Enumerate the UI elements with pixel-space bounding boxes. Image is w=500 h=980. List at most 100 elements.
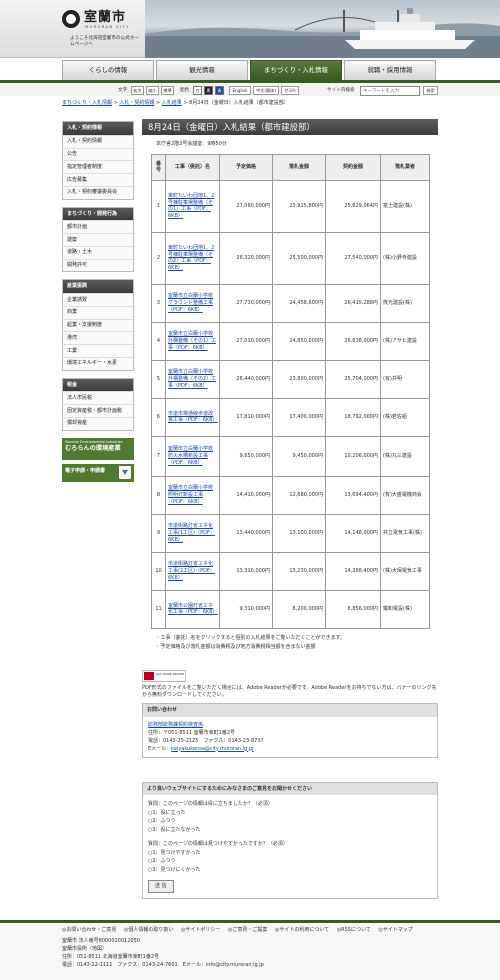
nav-tab-employment[interactable]: 就職・採用情報 [344, 60, 436, 80]
footer-link-sitemap[interactable]: ◎サイトマップ [378, 927, 412, 933]
footer-link-rss[interactable]: ◎RSSについて [337, 927, 371, 933]
footer-office[interactable]: 室蘭市役所（地図） [62, 945, 438, 953]
survey-form: 質問：このページの情報は役に立ちましたか？（必須） ○1：役に立った ○2：ふつ… [143, 795, 437, 898]
footer-contact: 電話：0143-22-1111 ファクス：0143-24-7601 Eメール：i… [62, 961, 264, 968]
text-standard-button[interactable]: 標準 [161, 86, 174, 95]
row-project-link[interactable]: 室蘭市立白蘭小学校外構整備（その2）工事（PDF：6KB） [168, 369, 216, 389]
breadcrumb-link-bids[interactable]: 入札・契約情報 [119, 100, 154, 106]
adobe-reader-banner[interactable]: Get ADOBE READER [142, 670, 186, 683]
table-row: 9 市道街路灯省エネ化工事(1工区)（PDF：6KB） 13,440,000円 13,… [151, 513, 430, 553]
row-project-link[interactable]: 東町たいわ団地1、2号棟駐車場整備（その1）工事（PDF：6KB） [168, 193, 214, 219]
row-bid-amount: 24,850,000円 [289, 337, 323, 344]
row-project-link[interactable]: 室蘭市立白蘭小学校外構整備（その1）工事（PDF：6KB） [168, 331, 216, 351]
footer-link-privacy[interactable]: ◎個人情報の取り扱い [124, 927, 173, 933]
adobe-badge-text: Get ADOBE READER [156, 672, 185, 677]
search-button[interactable]: 検索 [423, 86, 438, 95]
row-project-link[interactable]: 市道街路灯省エネ化工事(2工区)（PDF：6KB） [168, 561, 215, 581]
sidebar-item-depreciable-assets[interactable]: 償却資産 [63, 416, 133, 430]
nav-tab-living[interactable]: くらしの情報 [62, 60, 154, 80]
sidebar-item-corporate-tax[interactable]: 法人市民税 [63, 391, 133, 404]
sidebar-item-bid-committee[interactable]: 入札・契約審議委員会 [63, 185, 133, 199]
sidebar-item-property-tax[interactable]: 固定資産税・都市計画税 [63, 404, 133, 417]
table-cell: 14,410,000円 [219, 475, 273, 515]
row-contract-amount: 26,415,288円 [344, 299, 378, 306]
row-planned-price: 9,650,000円 [239, 452, 270, 459]
e-application-banner[interactable]: 電子申請・申請書 [62, 463, 134, 482]
footer-link-policy[interactable]: ◎サイトポリシー [181, 927, 220, 933]
search-input[interactable] [360, 86, 420, 96]
nav-tab-town-planning[interactable]: まちづくり・入札情報 [250, 60, 342, 80]
sidebar-section-industry: 産業振興 企業誘致 商業 起業・支援制度 港湾 工業 環境エネルギー・水素 [62, 279, 134, 371]
footer-link-contact[interactable]: ◎お問い合わせ・ご意見 [62, 927, 116, 933]
row-contract-amount: 14,288,400円 [344, 567, 378, 574]
color-blue-button[interactable]: 青 [215, 86, 224, 95]
adobe-section: Get ADOBE READER PDF形式のファイルをご覧いただく場合には、A… [142, 670, 438, 699]
sidebar-heading: 産業振興 [63, 280, 133, 293]
breadcrumb-link-results[interactable]: 入札結果 [162, 100, 182, 106]
color-black-button[interactable]: 黒 [204, 86, 213, 95]
survey-option[interactable]: ○1：役に立った [148, 809, 432, 818]
footer-link-proposals[interactable]: ◎ご意見・ご提案 [228, 927, 267, 933]
row-number: 5 [156, 375, 161, 382]
sidebar-item-industry[interactable]: 工業 [63, 344, 133, 357]
notes-list: ◦ 工事（委託）名をクリックすると個別の入札結果をご覧いただくことができます。 … [156, 635, 438, 651]
survey-option[interactable]: ○1：見つけやすかった [148, 849, 432, 858]
sidebar-item-building[interactable]: 建築 [63, 233, 133, 246]
sidebar-item-ad-recruitment[interactable]: 広告募集 [63, 173, 133, 186]
sidebar-item-notices[interactable]: 公告 [63, 147, 133, 161]
sidebar-item-port[interactable]: 港湾 [63, 331, 133, 344]
row-project-link[interactable]: 東町たいわ団地1、2号棟駐車場整備（その2）工事（PDF：6KB） [168, 245, 214, 271]
color-white-button[interactable]: 白 [193, 86, 202, 95]
sidebar-item-startup-support[interactable]: 起業・支援制度 [63, 318, 133, 332]
table-cell: 13,694,400円 [325, 475, 381, 515]
nav-tab-tourism[interactable]: 観光情報 [156, 60, 248, 80]
sidebar-item-dev-permit[interactable]: 開発許可 [63, 258, 133, 272]
survey-submit-button[interactable]: 送 信 [148, 880, 174, 893]
table-row: 10 市道街路灯省エネ化工事(2工区)（PDF：6KB） 13,310,000円 13… [151, 551, 430, 591]
sidebar-item-city-planning[interactable]: 都市計画 [63, 220, 133, 233]
text-shrink-button[interactable]: 縮小 [146, 86, 159, 95]
sidebar-heading: まちづくり・開発行為 [63, 207, 133, 221]
survey-option[interactable]: ○2：ふつう [148, 817, 432, 826]
env-industry-banner[interactable]: Muroran Environmental Industries むろらんの環境… [62, 437, 134, 460]
breadcrumb-link-town-planning[interactable]: まちづくり・入札情報 [62, 100, 112, 106]
breadcrumb-current: 8月24日（金曜日）入札結果（都市建設部） [189, 100, 289, 106]
sidebar-item-bids[interactable]: 入札・契約情報 [63, 134, 133, 148]
row-project-link[interactable]: 室蘭市立白蘭小学校防火水槽新設工事（PDF：6KB） [168, 446, 213, 466]
survey-option[interactable]: ○3：見つけにくかった [148, 866, 432, 875]
lang-chinese-button[interactable]: 中文(簡体) [253, 86, 279, 95]
table-cell: 2 [151, 231, 166, 285]
row-number: 6 [156, 413, 161, 420]
row-project-link[interactable]: 室蘭市公園灯省エネ化工事（PDF：6KB） [168, 603, 218, 616]
table-row: 5 室蘭市立白蘭小学校外構整備（その2）工事（PDF：6KB） 26,440,000… [151, 359, 430, 399]
table-cell: 室蘭市立白蘭小学校防火水槽新設工事（PDF：6KB） [165, 435, 220, 477]
table-cell: 25,500,000円 [272, 231, 326, 285]
footer-link-usage[interactable]: ◎サイトの利用について [275, 927, 329, 933]
row-project-link[interactable]: 市道街路灯省エネ化工事(1工区)（PDF：6KB） [168, 523, 215, 543]
sidebar-item-designated-manager[interactable]: 指定管理者制度 [63, 160, 133, 173]
row-project-link[interactable]: 室蘭市立白蘭小学校グラウンド整備工事（PDF：6KB） [168, 293, 213, 313]
row-winner: 鐵和電設(株) [383, 605, 412, 612]
sidebar-item-energy-hydrogen[interactable]: 環境エネルギー・水素 [63, 356, 133, 370]
sidebar-item-company-attraction[interactable]: 企業誘致 [63, 293, 133, 306]
table-cell: 9,310,000円 [219, 589, 273, 629]
row-number: 2 [156, 254, 161, 261]
text-enlarge-button[interactable]: 拡大 [131, 86, 144, 95]
row-project-link[interactable]: 市道市場通線歩道改良工事（PDF：6KB） [168, 411, 218, 424]
survey-option[interactable]: ○3：役に立たなかった [148, 826, 432, 835]
sidebar-item-commerce[interactable]: 商業 [63, 305, 133, 319]
contact-dept-link[interactable]: 総務部総務課契約検査係 [148, 722, 203, 728]
lang-english-button[interactable]: English [229, 86, 251, 95]
survey-option[interactable]: ○2：ふつう [148, 857, 432, 866]
sidebar-item-roads[interactable]: 道路・土木 [63, 245, 133, 259]
site-logo[interactable]: 室蘭市 MURORAN CITY ようこそ北海道室蘭市の公式ホームページへ [62, 8, 140, 52]
row-planned-price: 14,410,000円 [236, 491, 270, 498]
contact-email-link[interactable]: keiyakukensa@city.muroran.lg.jp [171, 746, 253, 752]
footer-info: 室蘭市 法人番号8000020012050 室蘭市役所（地図） 住所：051-8… [62, 937, 438, 969]
lang-korean-button[interactable]: 한국어 [281, 86, 299, 95]
sidebar-heading: 入札・契約情報 [63, 122, 133, 135]
table-cell: 東町たいわ団地1、2号棟駐車場整備（その1）工事（PDF：6KB） [165, 179, 220, 233]
row-winner: (株)アサヒ建設 [383, 337, 417, 344]
row-project-link[interactable]: 室蘭市立白蘭小学校照明灯新設工事（PDF：6KB） [168, 485, 213, 505]
row-bid-amount: 25,500,000円 [289, 254, 323, 261]
